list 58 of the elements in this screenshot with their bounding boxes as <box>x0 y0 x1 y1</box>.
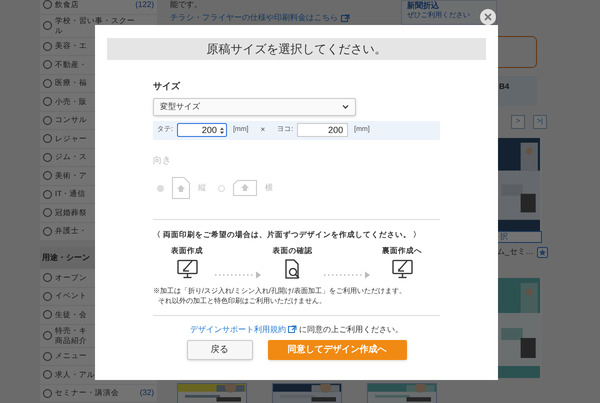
dotted-arrow <box>214 271 261 278</box>
number-field[interactable]: 200 <box>176 123 227 137</box>
terms-text: に同意の上ご利用ください。 <box>299 324 403 336</box>
radio-button[interactable] <box>43 97 52 106</box>
radio-button[interactable] <box>43 370 52 380</box>
count-label: (122) <box>135 0 154 11</box>
radio-button[interactable] <box>43 60 52 70</box>
size-select[interactable]: 変型サイズ <box>153 98 356 116</box>
number-field[interactable]: 200 <box>297 123 348 137</box>
radio-button[interactable] <box>43 208 52 218</box>
back-button[interactable]: 戻る <box>186 340 252 360</box>
select-button[interactable]: 択 <box>497 231 542 243</box>
times-sign: × <box>260 124 266 136</box>
body-text: 能です。 <box>170 0 203 11</box>
radio-button[interactable] <box>43 116 52 125</box>
section-heading: 向き <box>153 154 172 167</box>
landscape-page-icon <box>233 180 257 196</box>
radio-button[interactable] <box>43 310 52 320</box>
count-label: (32) <box>140 387 154 400</box>
radio-button[interactable] <box>43 134 52 144</box>
monitor-pen-icon <box>176 258 198 278</box>
template-name: ム_セミ… <box>497 246 534 258</box>
radio-button[interactable] <box>43 352 52 361</box>
star-icon <box>539 248 546 256</box>
dialog-title: 原稿サイズを選択してください。 <box>107 38 486 60</box>
radio-button[interactable] <box>43 292 52 301</box>
spinner-icon <box>220 126 224 134</box>
size-label: B4 <box>498 81 510 93</box>
external-link-icon <box>341 14 350 22</box>
radio-button[interactable] <box>43 190 52 199</box>
radio-button[interactable] <box>43 42 52 51</box>
option-label: 縦 <box>198 182 206 194</box>
radio-button[interactable] <box>43 0 52 10</box>
template-thumbnail[interactable] <box>272 383 342 403</box>
chevron-down-icon <box>342 104 349 109</box>
radio-button[interactable] <box>43 273 52 282</box>
section-heading: サイズ <box>153 80 182 93</box>
monitor-pen-icon <box>392 258 412 278</box>
radio-button[interactable] <box>43 226 52 236</box>
radio-button[interactable] <box>43 152 52 162</box>
favorite-button[interactable] <box>537 246 548 258</box>
agree-button[interactable]: 同意してデザイン作成へ <box>268 340 406 360</box>
portrait-page-icon <box>172 177 190 199</box>
close-icon <box>484 13 492 21</box>
spec-link[interactable]: チラシ・フライヤーの仕様や印刷料金はこちら <box>170 12 338 24</box>
dotted-arrow <box>324 271 370 278</box>
terms-link[interactable]: デザインサポート利用規約 <box>190 324 286 336</box>
radio-button[interactable] <box>43 331 52 340</box>
promo-title: 新聞折込 <box>407 1 440 11</box>
radio-button[interactable] <box>43 171 52 180</box>
radio-button[interactable] <box>43 388 52 398</box>
template-thumbnail[interactable] <box>177 383 247 403</box>
template-thumbnail[interactable] <box>367 383 437 403</box>
option-label: 横 <box>265 182 273 194</box>
radio-button[interactable] <box>43 78 52 88</box>
radio-button[interactable] <box>43 21 52 30</box>
external-link-icon <box>288 325 297 334</box>
document-search-icon <box>285 258 300 278</box>
